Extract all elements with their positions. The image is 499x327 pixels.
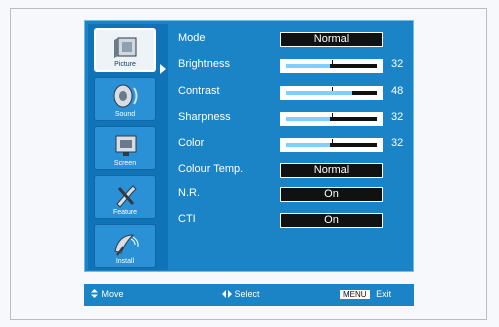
contrast-value: 48: [391, 85, 404, 97]
category-sidebar: Picture Sound Screen Feature Install: [88, 24, 168, 270]
colour-temp-value[interactable]: Normal: [280, 163, 383, 178]
sidebar-item-label: Sound: [114, 111, 136, 118]
setting-row-sharpness[interactable]: Sharpness 32: [178, 109, 408, 129]
picture-icon: [114, 37, 137, 58]
color-value: 32: [391, 137, 404, 149]
slider-center-mark: [331, 139, 333, 143]
sidebar-item-label: Screen: [113, 160, 137, 167]
move-label: Move: [101, 289, 124, 299]
slider-center-mark: [331, 60, 333, 64]
setting-label: Brightness: [178, 58, 230, 70]
slider-center-mark: [331, 113, 333, 117]
sidebar-item-picture[interactable]: Picture: [94, 28, 156, 72]
sharpness-value: 32: [391, 111, 404, 123]
setting-row-contrast[interactable]: Contrast 48: [178, 83, 408, 103]
setting-label: Color: [178, 137, 205, 149]
install-icon: [114, 234, 139, 256]
sidebar-item-label: Feature: [112, 209, 138, 216]
setting-row-cti[interactable]: CTI On: [178, 211, 408, 231]
color-slider[interactable]: [280, 138, 383, 152]
setting-label: Colour Temp.: [178, 163, 244, 175]
sharpness-slider[interactable]: [280, 112, 383, 126]
brightness-value: 32: [391, 58, 404, 70]
sidebar-item-sound[interactable]: Sound: [94, 77, 156, 121]
setting-label: Sharpness: [178, 111, 231, 123]
feature-icon: [116, 185, 137, 208]
picture-settings-list: Mode Normal Brightness 32 Contrast 48 Sh…: [178, 30, 408, 240]
exit-label: Exit: [376, 289, 392, 299]
setting-row-colour-temp[interactable]: Colour Temp. Normal: [178, 161, 408, 181]
sidebar-item-label: Install: [115, 258, 135, 265]
sidebar-item-feature[interactable]: Feature: [94, 175, 156, 219]
mode-value[interactable]: Normal: [280, 32, 383, 47]
up-down-arrow-icon: [91, 289, 98, 298]
select-label: Select: [234, 289, 260, 299]
navigation-hint-bar: Move Select MENU Exit: [84, 284, 414, 306]
slider-fill: [286, 91, 352, 95]
menu-key-badge: MENU: [340, 290, 370, 299]
nr-value[interactable]: On: [280, 187, 383, 202]
sidebar-item-screen[interactable]: Screen: [94, 126, 156, 170]
selected-arrow-icon: [160, 64, 166, 74]
setting-label: N.R.: [178, 187, 200, 199]
slider-fill: [286, 117, 330, 121]
brightness-slider[interactable]: [280, 59, 383, 73]
setting-label: Mode: [178, 32, 206, 44]
sidebar-item-label: Picture: [114, 61, 136, 68]
setting-row-brightness[interactable]: Brightness 32: [178, 56, 408, 76]
cti-value[interactable]: On: [280, 213, 383, 228]
setting-row-color[interactable]: Color 32: [178, 135, 408, 155]
select-hint: Select: [222, 289, 260, 299]
move-hint: Move: [90, 289, 124, 299]
contrast-slider[interactable]: [280, 86, 383, 100]
setting-label: Contrast: [178, 85, 220, 97]
slider-fill: [286, 64, 330, 68]
exit-hint: MENU Exit: [340, 289, 391, 299]
setting-row-nr[interactable]: N.R. On: [178, 185, 408, 205]
slider-center-mark: [331, 87, 333, 91]
slider-fill: [286, 143, 330, 147]
setting-label: CTI: [178, 213, 196, 225]
screen-icon: [115, 135, 137, 156]
left-right-arrow-icon: [222, 290, 232, 298]
sidebar-item-install[interactable]: Install: [94, 224, 156, 268]
sound-icon: [113, 84, 138, 108]
setting-row-mode[interactable]: Mode Normal: [178, 30, 408, 50]
